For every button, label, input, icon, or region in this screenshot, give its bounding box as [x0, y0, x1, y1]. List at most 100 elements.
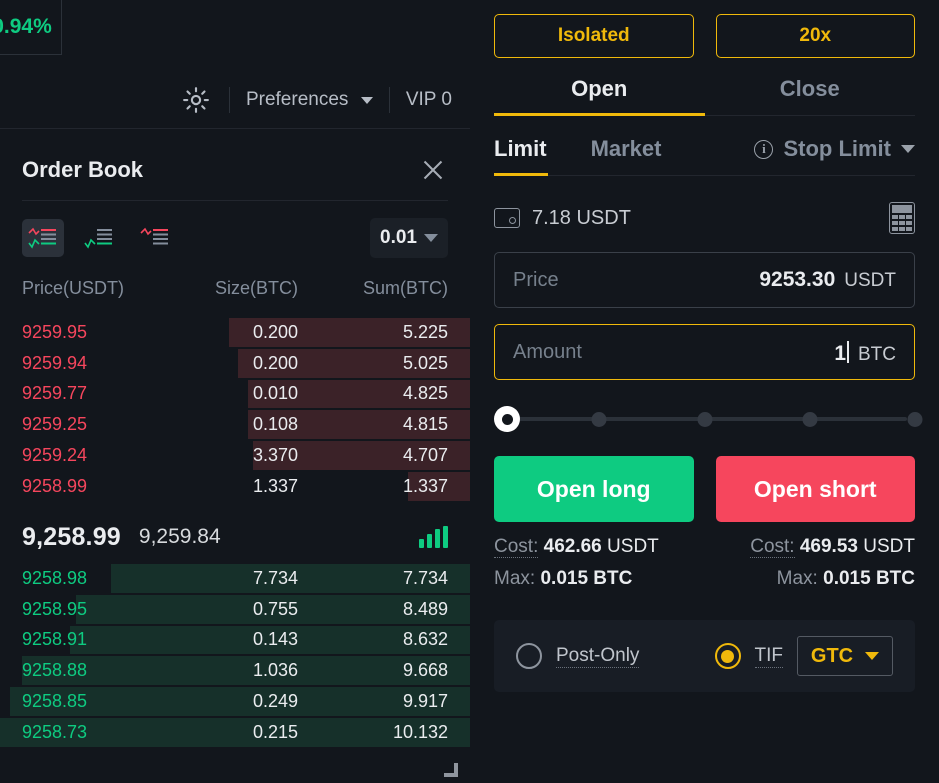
- ask-row[interactable]: 9259.95 0.200 5.225: [0, 317, 470, 348]
- ask-row[interactable]: 9258.99 1.337 1.337: [0, 471, 470, 502]
- bid-price: 9258.95: [22, 598, 88, 619]
- margin-controls: Isolated 20x: [494, 0, 915, 58]
- position-tabs: Open Close: [494, 76, 915, 116]
- margin-mode-button[interactable]: Isolated: [494, 14, 694, 58]
- vip-level-label[interactable]: VIP 0: [406, 89, 458, 111]
- leverage-button[interactable]: 20x: [715, 14, 915, 58]
- tab-market[interactable]: Market: [591, 136, 662, 162]
- post-only-label[interactable]: Post-Only: [556, 645, 640, 668]
- tab-close[interactable]: Close: [705, 76, 916, 116]
- column-header-size: Size(BTC): [214, 277, 298, 298]
- bid-size: 7.734: [252, 567, 298, 588]
- tif-label[interactable]: TIF: [754, 645, 783, 668]
- post-only-radio[interactable]: [516, 643, 542, 669]
- tif-radio[interactable]: [714, 643, 741, 669]
- amount-field-value: 1: [834, 342, 846, 365]
- bid-row[interactable]: 9258.85 0.249 9.917: [0, 686, 470, 717]
- long-max-value: 0.015 BTC: [540, 568, 633, 589]
- short-max-value: 0.015 BTC: [823, 568, 915, 589]
- bid-row[interactable]: 9258.91 0.143 8.632: [0, 625, 470, 656]
- bid-row[interactable]: 9258.88 1.036 9.668: [0, 655, 470, 686]
- view-mode-bids-icon[interactable]: [78, 219, 120, 257]
- order-type-baseline: [494, 175, 915, 176]
- view-mode-asks-icon[interactable]: [134, 219, 176, 257]
- order-type-tabs: Limit Market i Stop Limit: [494, 136, 915, 176]
- long-cost-unit: USDT: [607, 536, 659, 557]
- tab-limit[interactable]: Limit: [494, 136, 547, 162]
- order-book-header: Order Book: [0, 142, 470, 198]
- ask-price: 9259.77: [22, 383, 88, 404]
- bid-size: 0.215: [252, 721, 298, 742]
- price-field-label: Price: [513, 268, 559, 291]
- ask-row[interactable]: 9259.94 0.200 5.025: [0, 348, 470, 379]
- short-cost-value: 469.53: [799, 536, 858, 557]
- view-mode-both-icon[interactable]: [22, 219, 64, 257]
- ask-size: 0.010: [252, 383, 298, 404]
- calculator-icon[interactable]: [889, 202, 915, 234]
- ask-row[interactable]: 9259.24 3.370 4.707: [0, 440, 470, 471]
- price-field[interactable]: Price 9253.30 USDT: [494, 252, 915, 308]
- chevron-down-icon: [423, 234, 438, 242]
- ask-sum: 4.815: [402, 414, 448, 435]
- tab-stop-limit[interactable]: i Stop Limit: [754, 136, 915, 162]
- position-tab-indicator: [494, 113, 705, 116]
- left-toolbar: Preferences VIP 0: [0, 74, 470, 126]
- ask-size: 0.200: [252, 321, 298, 342]
- order-book-title: Order Book: [22, 157, 144, 182]
- cost-summary: Cost: 462.66 USDT Max: 0.015 BTC Cost: 4…: [494, 536, 915, 600]
- ask-size: 1.337: [252, 475, 298, 496]
- long-cost-label[interactable]: Cost:: [494, 536, 539, 558]
- slider-tick-100[interactable]: [907, 411, 923, 427]
- tif-select[interactable]: GTC: [797, 636, 893, 676]
- ask-price: 9258.99: [22, 475, 88, 496]
- bid-sum: 10.132: [392, 721, 448, 742]
- slider-tick-25[interactable]: [591, 411, 607, 427]
- preferences-menu[interactable]: Preferences: [246, 89, 373, 111]
- ask-price: 9259.24: [22, 445, 88, 466]
- bar-chart-icon[interactable]: [419, 526, 448, 548]
- bid-sum: 9.668: [402, 660, 448, 681]
- slider-tick-75[interactable]: [802, 411, 818, 427]
- bid-row[interactable]: 9258.73 0.215 10.132: [0, 717, 470, 748]
- amount-field[interactable]: Amount 1 BTC: [494, 324, 915, 380]
- ask-row[interactable]: 9259.25 0.108 4.815: [0, 409, 470, 440]
- tif-value: GTC: [810, 644, 854, 667]
- text-cursor: [847, 341, 849, 363]
- ask-row[interactable]: 9259.77 0.010 4.825: [0, 379, 470, 410]
- slider-thumb[interactable]: [494, 406, 520, 432]
- long-max-line: Max: 0.015 BTC: [494, 568, 705, 590]
- ask-sum: 5.025: [402, 352, 448, 373]
- precision-select[interactable]: 0.01: [370, 218, 448, 258]
- stop-limit-label: Stop Limit: [783, 136, 891, 161]
- amount-field-unit: BTC: [858, 344, 896, 365]
- bid-price: 9258.85: [22, 691, 88, 712]
- bid-sum: 9.917: [402, 691, 448, 712]
- short-cost-unit: USDT: [863, 536, 915, 557]
- amount-field-label: Amount: [513, 340, 582, 363]
- bid-price: 9258.73: [22, 721, 88, 742]
- order-entry-panel: Isolated 20x Open Close Limit Market i S…: [470, 0, 939, 783]
- amount-slider[interactable]: [494, 402, 923, 436]
- short-cost-label[interactable]: Cost:: [750, 536, 795, 558]
- bid-sum: 8.632: [402, 629, 448, 650]
- close-icon[interactable]: [418, 155, 448, 185]
- bid-row[interactable]: 9258.95 0.755 8.489: [0, 594, 470, 625]
- price-field-value: 9253.30: [759, 268, 836, 291]
- bid-price: 9258.98: [22, 567, 88, 588]
- bid-size: 1.036: [252, 660, 298, 681]
- ask-price: 9259.95: [22, 321, 88, 342]
- long-cost-line: Cost: 462.66 USDT: [494, 536, 705, 558]
- short-summary: Cost: 469.53 USDT Max: 0.015 BTC: [705, 536, 915, 600]
- open-short-button[interactable]: Open short: [715, 456, 915, 522]
- order-type-indicator: [494, 173, 548, 176]
- last-price: 9,258.99: [22, 522, 121, 551]
- tab-open[interactable]: Open: [494, 76, 705, 116]
- brightness-icon[interactable]: [179, 83, 213, 117]
- resize-handle-icon[interactable]: [442, 761, 458, 777]
- order-options-row: Post-Only TIF GTC: [494, 620, 915, 692]
- ask-sum: 1.337: [402, 475, 448, 496]
- wallet-icon: [494, 208, 520, 228]
- slider-tick-50[interactable]: [697, 411, 712, 427]
- bid-row[interactable]: 9258.98 7.734 7.734: [0, 563, 470, 594]
- open-long-button[interactable]: Open long: [494, 456, 694, 522]
